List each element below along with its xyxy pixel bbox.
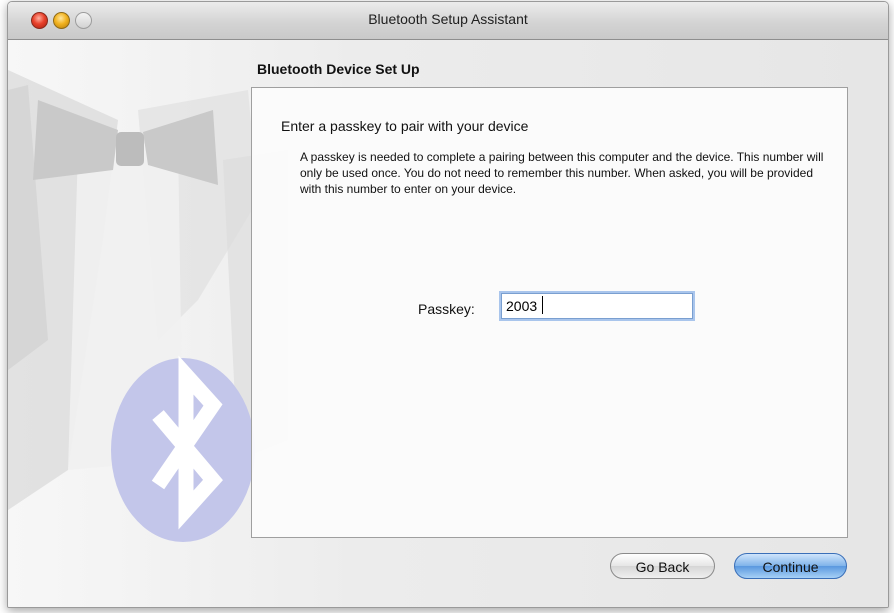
assistant-content: Bluetooth Device Set Up Enter a passkey …: [8, 40, 888, 607]
panel-title: Enter a passkey to pair with your device: [281, 118, 529, 134]
window-title: Bluetooth Setup Assistant: [368, 11, 528, 27]
title-bar: Bluetooth Setup Assistant: [8, 2, 888, 40]
panel-description: A passkey is needed to complete a pairin…: [300, 150, 824, 196]
go-back-button[interactable]: Go Back: [610, 553, 715, 579]
passkey-panel: Enter a passkey to pair with your device…: [251, 87, 848, 538]
bluetooth-icon: [111, 355, 255, 542]
page-heading: Bluetooth Device Set Up: [257, 61, 420, 77]
text-caret: [542, 296, 543, 314]
bluetooth-setup-window: Bluetooth Setup Assistant Bluetooth Devi…: [7, 1, 889, 608]
passkey-input[interactable]: [501, 293, 693, 319]
continue-button[interactable]: Continue: [734, 553, 847, 579]
passkey-label: Passkey:: [418, 301, 475, 317]
tuxedo-bluetooth-illustration: [8, 70, 288, 542]
